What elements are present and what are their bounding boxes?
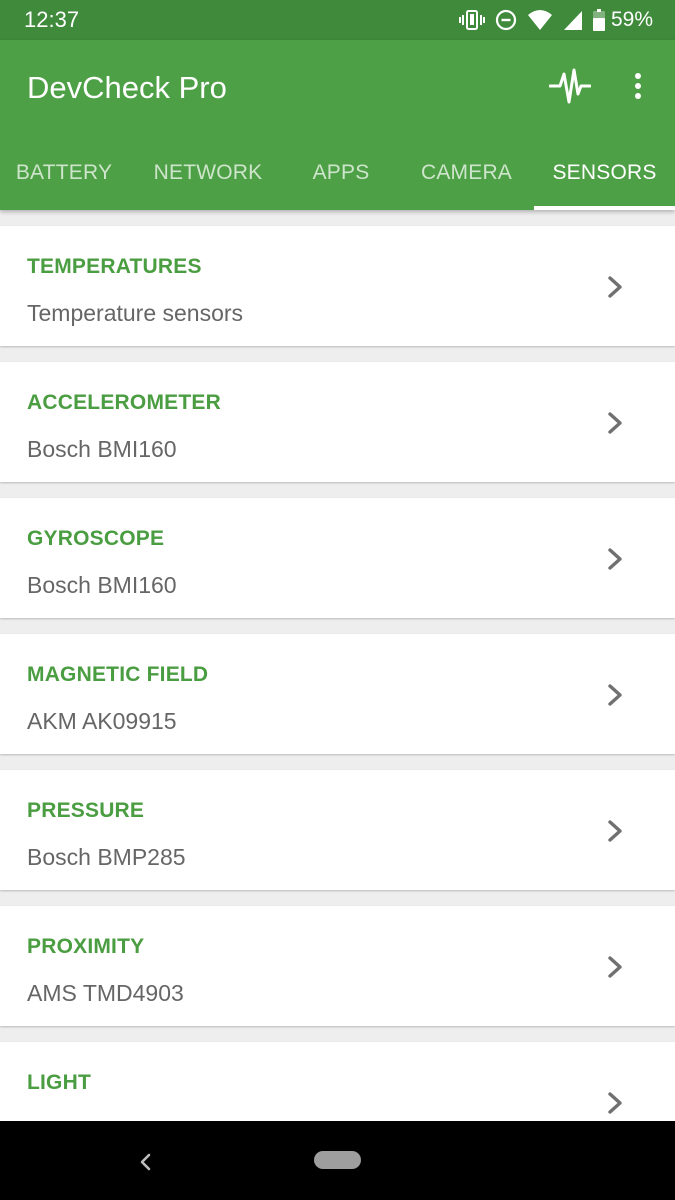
battery-icon — [592, 9, 605, 31]
sensor-title: GYROSCOPE — [27, 527, 165, 550]
chevron-right-icon — [600, 816, 630, 846]
chevron-right-icon — [600, 1088, 630, 1118]
tab-label: BATTERY — [15, 161, 113, 184]
chevron-right-icon — [600, 544, 630, 574]
pulse-button[interactable] — [546, 64, 594, 112]
sensor-subtitle: Bosch BMP285 — [27, 844, 186, 870]
back-icon[interactable] — [130, 1147, 160, 1177]
tab-label: NETWORK — [153, 161, 263, 184]
app-title: DevCheck Pro — [27, 70, 227, 105]
sensor-title: PROXIMITY — [27, 935, 145, 958]
tab-battery[interactable]: BATTERY — [0, 136, 128, 210]
sensor-card-proximity[interactable]: PROXIMITY AMS TMD4903 — [0, 906, 675, 1026]
status-icons: 59% — [449, 0, 653, 40]
sensor-card-pressure[interactable]: PRESSURE Bosch BMP285 — [0, 770, 675, 890]
tab-camera[interactable]: CAMERA — [394, 136, 539, 210]
sensor-title: ACCELEROMETER — [27, 391, 221, 414]
tab-indicator — [534, 206, 675, 210]
sensor-title: LIGHT — [27, 1071, 91, 1094]
home-pill-button[interactable] — [314, 1151, 361, 1169]
sensor-card-temperatures[interactable]: TEMPERATURES Temperature sensors — [0, 226, 675, 346]
sensor-subtitle: Temperature sensors — [27, 300, 244, 326]
overflow-menu-icon — [634, 72, 642, 105]
tab-label: SENSORS — [552, 161, 657, 184]
vibrate-icon — [458, 9, 485, 31]
chevron-right-icon — [600, 952, 630, 982]
pulse-icon — [548, 66, 592, 111]
sensor-title: MAGNETIC FIELD — [27, 663, 209, 686]
tab-label: CAMERA — [420, 161, 513, 184]
chevron-right-icon — [600, 408, 630, 438]
tab-label: APPS — [312, 161, 370, 184]
battery-percent: 59% — [610, 8, 653, 31]
status-time: 12:37 — [24, 7, 80, 32]
navigation-bar — [0, 1121, 675, 1200]
tab-sensors[interactable]: SENSORS — [534, 136, 675, 210]
overflow-menu-button[interactable] — [620, 64, 656, 112]
sensor-subtitle: Bosch BMI160 — [27, 436, 177, 462]
sensor-card-accelerometer[interactable]: ACCELEROMETER Bosch BMI160 — [0, 362, 675, 482]
chevron-right-icon — [600, 272, 630, 302]
sensor-title: TEMPERATURES — [27, 255, 202, 278]
sensor-title: PRESSURE — [27, 799, 145, 822]
tab-network[interactable]: NETWORK — [128, 136, 288, 210]
do-not-disturb-icon — [495, 9, 517, 31]
sensor-subtitle: AMS TMD4903 — [27, 980, 184, 1006]
chevron-right-icon — [600, 680, 630, 710]
status-bar: 12:37 59% — [0, 0, 675, 40]
sensor-card-gyroscope[interactable]: GYROSCOPE Bosch BMI160 — [0, 498, 675, 618]
tab-bar: BATTERY NETWORK APPS CAMERA SENSORS — [0, 136, 675, 210]
sensor-subtitle: Bosch BMI160 — [27, 572, 177, 598]
sensor-card-magnetic-field[interactable]: MAGNETIC FIELD AKM AK09915 — [0, 634, 675, 754]
app-bar: DevCheck Pro BATTERY NETWORK APPS CAMERA — [0, 40, 675, 210]
wifi-icon — [527, 9, 553, 31]
tab-apps[interactable]: APPS — [288, 136, 394, 210]
sensor-subtitle: AKM AK09915 — [27, 708, 177, 734]
cell-signal-icon — [563, 9, 583, 31]
